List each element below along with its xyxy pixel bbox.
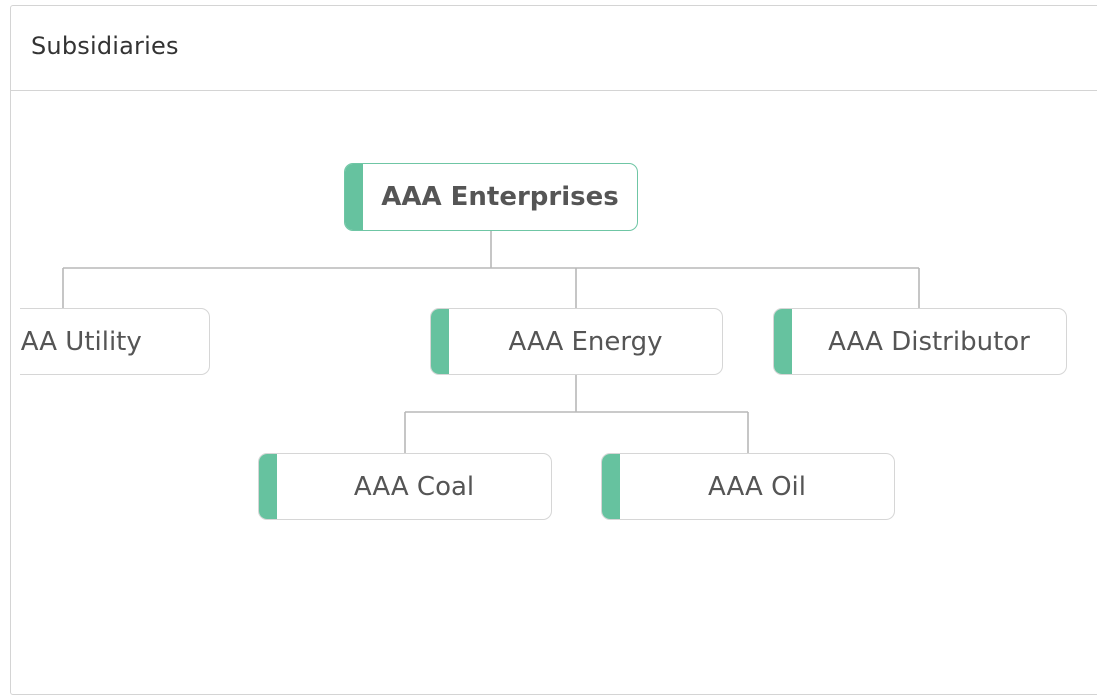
panel-header: Subsidiaries [11, 6, 1097, 91]
node-label: AAA Energy [508, 326, 663, 357]
node-accent [345, 164, 363, 230]
panel-title: Subsidiaries [31, 32, 179, 60]
node-accent [774, 309, 792, 374]
node-label: AAA Coal [353, 471, 475, 502]
node-label: AAA Distributor [828, 326, 1030, 357]
node-aaa-distributor[interactable]: AAA Distributor [773, 308, 1067, 375]
node-label: AAA Utility [20, 326, 142, 357]
node-aaa-utility[interactable]: AAA Utility [20, 308, 210, 375]
node-aaa-coal[interactable]: AAA Coal [258, 453, 552, 520]
node-aaa-enterprises[interactable]: AAA Enterprises [344, 163, 638, 231]
node-accent [431, 309, 449, 374]
node-label: AAA Enterprises [381, 182, 619, 212]
node-label: AAA Oil [708, 471, 806, 502]
node-aaa-energy[interactable]: AAA Energy [430, 308, 723, 375]
org-chart: AAA Enterprises AAA Utility AAA Energy A… [20, 86, 1097, 677]
node-accent [602, 454, 620, 519]
node-accent [259, 454, 277, 519]
node-aaa-oil[interactable]: AAA Oil [601, 453, 895, 520]
